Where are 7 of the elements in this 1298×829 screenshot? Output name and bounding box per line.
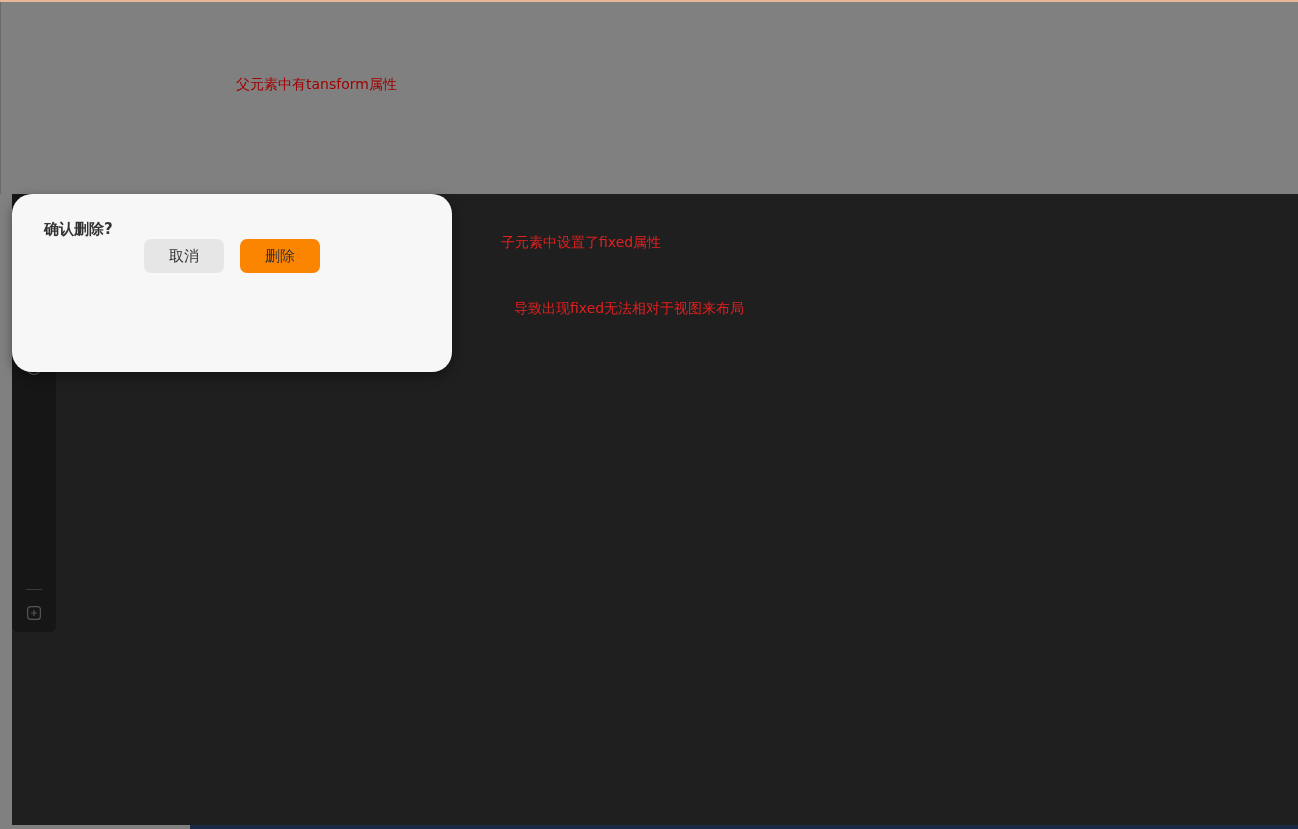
annotation-text: 导致出现fixed无法相对于视图来布局 bbox=[514, 300, 745, 318]
delete-button[interactable]: 删除 bbox=[240, 239, 320, 273]
dialog-title: 确认删除? bbox=[44, 220, 114, 239]
annotation-text: 子元素中设置了fixed属性 bbox=[501, 234, 663, 252]
add-icon[interactable] bbox=[27, 606, 41, 620]
annotation-text: 父元素中有tansform属性 bbox=[236, 76, 397, 92]
cancel-button[interactable]: 取消 bbox=[144, 239, 224, 273]
